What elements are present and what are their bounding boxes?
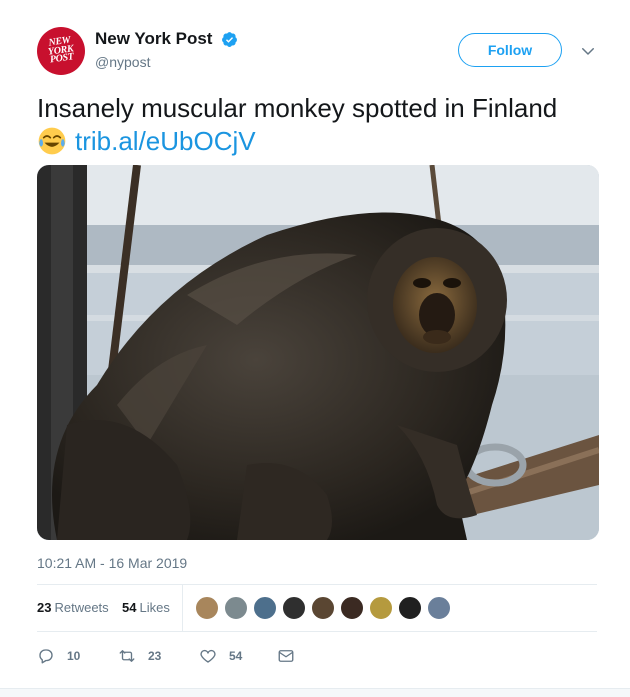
handle: @nypost [95, 54, 151, 70]
monkey-photo-image [37, 165, 599, 540]
liker-avatar[interactable] [253, 596, 277, 620]
tweet-actions: 10 23 54 [37, 644, 597, 668]
liker-avatar[interactable] [398, 596, 422, 620]
tweet-photo[interactable] [37, 165, 599, 540]
liker-avatar[interactable] [340, 596, 364, 620]
avatar[interactable]: NEW YORK POST [37, 27, 85, 75]
retweets-stat[interactable]: 23 Retweets [37, 600, 109, 615]
tweet-timestamp[interactable]: 10:21 AM - 16 Mar 2019 [37, 555, 187, 571]
tweet-link[interactable]: trib.al/eUbOCjV [75, 126, 256, 156]
liker-avatar[interactable] [224, 596, 248, 620]
tweet-body: Insanely muscular monkey spotted in Finl… [37, 93, 558, 123]
tweet-card: NEW YORK POST New York Post @nypost Foll… [0, 0, 630, 697]
tears-of-joy-emoji-icon [38, 127, 66, 155]
retweet-icon [119, 650, 135, 662]
liker-avatar[interactable] [427, 596, 451, 620]
tweet-stats: 23 Retweets 54 Likes [37, 585, 597, 631]
heart-icon [200, 649, 216, 663]
liker-avatar[interactable] [282, 596, 306, 620]
nypost-logo: NEW YORK POST [47, 34, 75, 66]
verified-badge-icon [221, 31, 237, 47]
dm-button[interactable] [277, 644, 307, 668]
follow-button[interactable]: Follow [458, 33, 562, 67]
liker-avatar[interactable] [311, 596, 335, 620]
display-name[interactable]: New York Post [95, 29, 212, 49]
likes-stat[interactable]: 54 Likes [122, 600, 170, 615]
reply-button[interactable]: 10 [37, 644, 80, 668]
reply-icon [39, 649, 53, 664]
envelope-icon [278, 650, 294, 662]
divider [37, 631, 597, 632]
chevron-down-icon[interactable] [579, 42, 597, 60]
liker-avatar[interactable] [195, 596, 219, 620]
stats-separator [182, 585, 183, 631]
account-info[interactable]: New York Post @nypost [95, 29, 238, 70]
like-button[interactable]: 54 [199, 644, 242, 668]
bottom-border [0, 688, 630, 697]
retweet-button[interactable]: 23 [118, 644, 161, 668]
liker-avatar[interactable] [369, 596, 393, 620]
tweet-text: Insanely muscular monkey spotted in Finl… [37, 92, 607, 158]
